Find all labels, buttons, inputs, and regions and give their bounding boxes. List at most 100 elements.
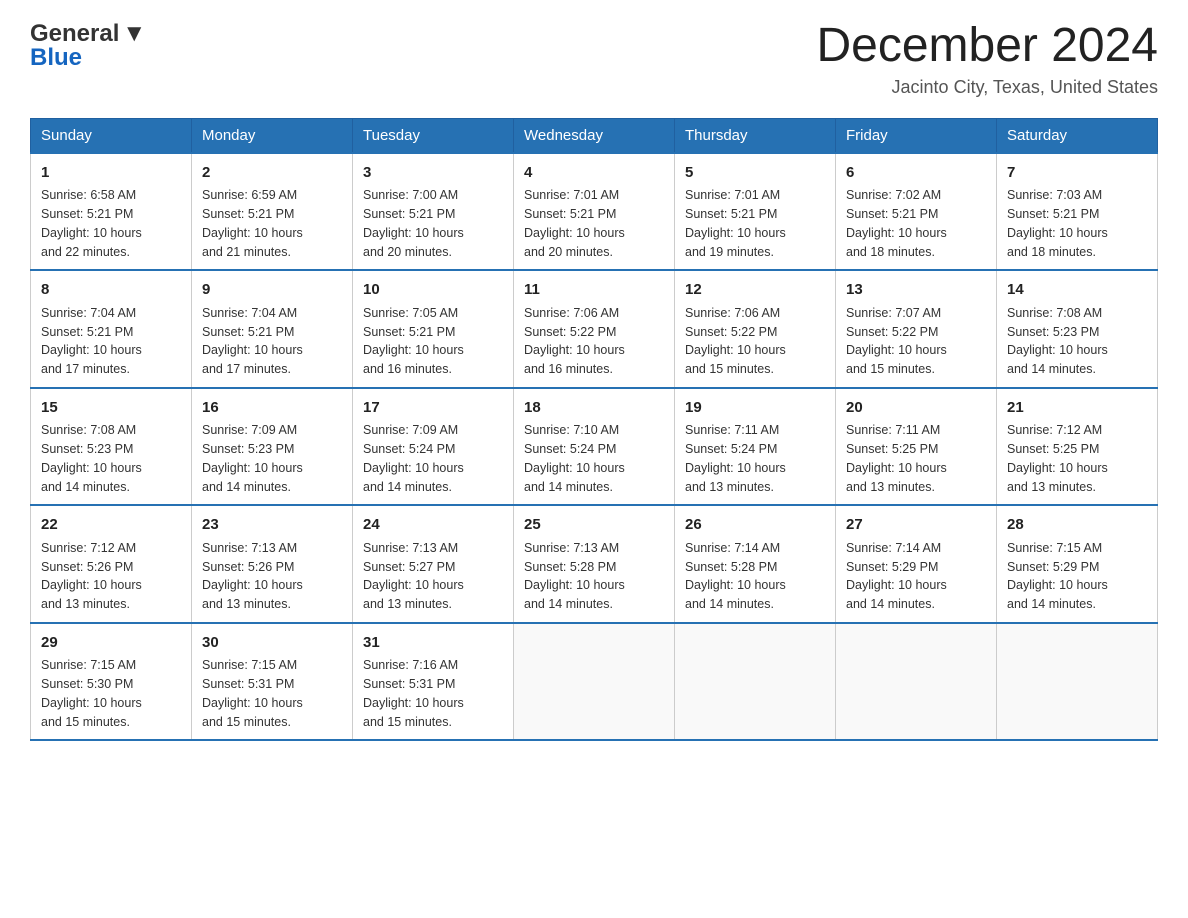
calendar-week-row: 15Sunrise: 7:08 AMSunset: 5:23 PMDayligh… bbox=[31, 388, 1158, 506]
calendar-day-cell: 13Sunrise: 7:07 AMSunset: 5:22 PMDayligh… bbox=[836, 270, 997, 388]
day-number: 6 bbox=[846, 162, 986, 185]
day-number: 16 bbox=[202, 397, 342, 420]
day-number: 26 bbox=[685, 514, 825, 537]
day-info: Sunrise: 7:02 AMSunset: 5:21 PMDaylight:… bbox=[846, 186, 986, 261]
calendar-day-cell: 26Sunrise: 7:14 AMSunset: 5:28 PMDayligh… bbox=[675, 505, 836, 623]
calendar-day-cell: 19Sunrise: 7:11 AMSunset: 5:24 PMDayligh… bbox=[675, 388, 836, 506]
day-info: Sunrise: 7:06 AMSunset: 5:22 PMDaylight:… bbox=[685, 304, 825, 379]
logo-blue-text: Blue bbox=[30, 44, 82, 72]
day-number: 7 bbox=[1007, 162, 1147, 185]
location-subtitle: Jacinto City, Texas, United States bbox=[816, 77, 1158, 98]
day-number: 25 bbox=[524, 514, 664, 537]
calendar-day-cell: 31Sunrise: 7:16 AMSunset: 5:31 PMDayligh… bbox=[353, 623, 514, 741]
calendar-week-row: 29Sunrise: 7:15 AMSunset: 5:30 PMDayligh… bbox=[31, 623, 1158, 741]
day-number: 19 bbox=[685, 397, 825, 420]
calendar-day-cell: 25Sunrise: 7:13 AMSunset: 5:28 PMDayligh… bbox=[514, 505, 675, 623]
column-header-sunday: Sunday bbox=[31, 118, 192, 153]
day-info: Sunrise: 7:11 AMSunset: 5:25 PMDaylight:… bbox=[846, 421, 986, 496]
day-number: 24 bbox=[363, 514, 503, 537]
day-number: 5 bbox=[685, 162, 825, 185]
calendar-day-cell bbox=[514, 623, 675, 741]
day-number: 23 bbox=[202, 514, 342, 537]
day-number: 11 bbox=[524, 279, 664, 302]
calendar-day-cell: 15Sunrise: 7:08 AMSunset: 5:23 PMDayligh… bbox=[31, 388, 192, 506]
day-number: 13 bbox=[846, 279, 986, 302]
calendar-day-cell: 2Sunrise: 6:59 AMSunset: 5:21 PMDaylight… bbox=[192, 153, 353, 271]
calendar-day-cell: 7Sunrise: 7:03 AMSunset: 5:21 PMDaylight… bbox=[997, 153, 1158, 271]
day-info: Sunrise: 7:12 AMSunset: 5:25 PMDaylight:… bbox=[1007, 421, 1147, 496]
day-info: Sunrise: 7:00 AMSunset: 5:21 PMDaylight:… bbox=[363, 186, 503, 261]
calendar-day-cell: 11Sunrise: 7:06 AMSunset: 5:22 PMDayligh… bbox=[514, 270, 675, 388]
day-info: Sunrise: 7:14 AMSunset: 5:28 PMDaylight:… bbox=[685, 539, 825, 614]
day-info: Sunrise: 7:04 AMSunset: 5:21 PMDaylight:… bbox=[202, 304, 342, 379]
day-info: Sunrise: 7:11 AMSunset: 5:24 PMDaylight:… bbox=[685, 421, 825, 496]
logo: General▼ Blue bbox=[30, 20, 146, 72]
day-info: Sunrise: 6:58 AMSunset: 5:21 PMDaylight:… bbox=[41, 186, 181, 261]
day-info: Sunrise: 7:07 AMSunset: 5:22 PMDaylight:… bbox=[846, 304, 986, 379]
day-info: Sunrise: 7:03 AMSunset: 5:21 PMDaylight:… bbox=[1007, 186, 1147, 261]
calendar-day-cell: 28Sunrise: 7:15 AMSunset: 5:29 PMDayligh… bbox=[997, 505, 1158, 623]
calendar-day-cell: 30Sunrise: 7:15 AMSunset: 5:31 PMDayligh… bbox=[192, 623, 353, 741]
day-number: 8 bbox=[41, 279, 181, 302]
day-number: 27 bbox=[846, 514, 986, 537]
day-number: 1 bbox=[41, 162, 181, 185]
day-info: Sunrise: 7:09 AMSunset: 5:23 PMDaylight:… bbox=[202, 421, 342, 496]
day-info: Sunrise: 7:13 AMSunset: 5:28 PMDaylight:… bbox=[524, 539, 664, 614]
day-info: Sunrise: 7:01 AMSunset: 5:21 PMDaylight:… bbox=[685, 186, 825, 261]
calendar-day-cell: 17Sunrise: 7:09 AMSunset: 5:24 PMDayligh… bbox=[353, 388, 514, 506]
calendar-day-cell bbox=[675, 623, 836, 741]
month-title: December 2024 bbox=[816, 20, 1158, 73]
day-info: Sunrise: 7:15 AMSunset: 5:30 PMDaylight:… bbox=[41, 656, 181, 731]
day-info: Sunrise: 7:08 AMSunset: 5:23 PMDaylight:… bbox=[41, 421, 181, 496]
calendar-table: SundayMondayTuesdayWednesdayThursdayFrid… bbox=[30, 118, 1158, 742]
calendar-header-row: SundayMondayTuesdayWednesdayThursdayFrid… bbox=[31, 118, 1158, 153]
calendar-day-cell: 21Sunrise: 7:12 AMSunset: 5:25 PMDayligh… bbox=[997, 388, 1158, 506]
column-header-monday: Monday bbox=[192, 118, 353, 153]
calendar-day-cell: 9Sunrise: 7:04 AMSunset: 5:21 PMDaylight… bbox=[192, 270, 353, 388]
day-info: Sunrise: 7:09 AMSunset: 5:24 PMDaylight:… bbox=[363, 421, 503, 496]
column-header-thursday: Thursday bbox=[675, 118, 836, 153]
calendar-day-cell: 24Sunrise: 7:13 AMSunset: 5:27 PMDayligh… bbox=[353, 505, 514, 623]
day-number: 10 bbox=[363, 279, 503, 302]
day-info: Sunrise: 7:05 AMSunset: 5:21 PMDaylight:… bbox=[363, 304, 503, 379]
logo-arrow-icon: ▼ bbox=[122, 20, 146, 48]
calendar-day-cell: 22Sunrise: 7:12 AMSunset: 5:26 PMDayligh… bbox=[31, 505, 192, 623]
calendar-day-cell bbox=[836, 623, 997, 741]
day-number: 9 bbox=[202, 279, 342, 302]
calendar-week-row: 8Sunrise: 7:04 AMSunset: 5:21 PMDaylight… bbox=[31, 270, 1158, 388]
day-number: 3 bbox=[363, 162, 503, 185]
day-number: 20 bbox=[846, 397, 986, 420]
day-info: Sunrise: 7:13 AMSunset: 5:27 PMDaylight:… bbox=[363, 539, 503, 614]
column-header-tuesday: Tuesday bbox=[353, 118, 514, 153]
column-header-friday: Friday bbox=[836, 118, 997, 153]
day-number: 14 bbox=[1007, 279, 1147, 302]
day-info: Sunrise: 7:15 AMSunset: 5:29 PMDaylight:… bbox=[1007, 539, 1147, 614]
day-info: Sunrise: 7:06 AMSunset: 5:22 PMDaylight:… bbox=[524, 304, 664, 379]
day-number: 29 bbox=[41, 632, 181, 655]
calendar-week-row: 1Sunrise: 6:58 AMSunset: 5:21 PMDaylight… bbox=[31, 153, 1158, 271]
calendar-week-row: 22Sunrise: 7:12 AMSunset: 5:26 PMDayligh… bbox=[31, 505, 1158, 623]
day-number: 12 bbox=[685, 279, 825, 302]
day-info: Sunrise: 7:14 AMSunset: 5:29 PMDaylight:… bbox=[846, 539, 986, 614]
day-number: 21 bbox=[1007, 397, 1147, 420]
calendar-day-cell: 18Sunrise: 7:10 AMSunset: 5:24 PMDayligh… bbox=[514, 388, 675, 506]
calendar-day-cell: 12Sunrise: 7:06 AMSunset: 5:22 PMDayligh… bbox=[675, 270, 836, 388]
calendar-day-cell: 20Sunrise: 7:11 AMSunset: 5:25 PMDayligh… bbox=[836, 388, 997, 506]
calendar-day-cell: 5Sunrise: 7:01 AMSunset: 5:21 PMDaylight… bbox=[675, 153, 836, 271]
column-header-wednesday: Wednesday bbox=[514, 118, 675, 153]
day-info: Sunrise: 7:01 AMSunset: 5:21 PMDaylight:… bbox=[524, 186, 664, 261]
day-info: Sunrise: 7:12 AMSunset: 5:26 PMDaylight:… bbox=[41, 539, 181, 614]
calendar-day-cell: 14Sunrise: 7:08 AMSunset: 5:23 PMDayligh… bbox=[997, 270, 1158, 388]
day-number: 31 bbox=[363, 632, 503, 655]
calendar-day-cell: 8Sunrise: 7:04 AMSunset: 5:21 PMDaylight… bbox=[31, 270, 192, 388]
column-header-saturday: Saturday bbox=[997, 118, 1158, 153]
calendar-day-cell: 23Sunrise: 7:13 AMSunset: 5:26 PMDayligh… bbox=[192, 505, 353, 623]
page-header: General▼ Blue December 2024 Jacinto City… bbox=[30, 20, 1158, 98]
day-number: 17 bbox=[363, 397, 503, 420]
day-number: 22 bbox=[41, 514, 181, 537]
day-info: Sunrise: 7:04 AMSunset: 5:21 PMDaylight:… bbox=[41, 304, 181, 379]
day-info: Sunrise: 7:08 AMSunset: 5:23 PMDaylight:… bbox=[1007, 304, 1147, 379]
day-info: Sunrise: 7:15 AMSunset: 5:31 PMDaylight:… bbox=[202, 656, 342, 731]
day-number: 15 bbox=[41, 397, 181, 420]
calendar-day-cell: 4Sunrise: 7:01 AMSunset: 5:21 PMDaylight… bbox=[514, 153, 675, 271]
